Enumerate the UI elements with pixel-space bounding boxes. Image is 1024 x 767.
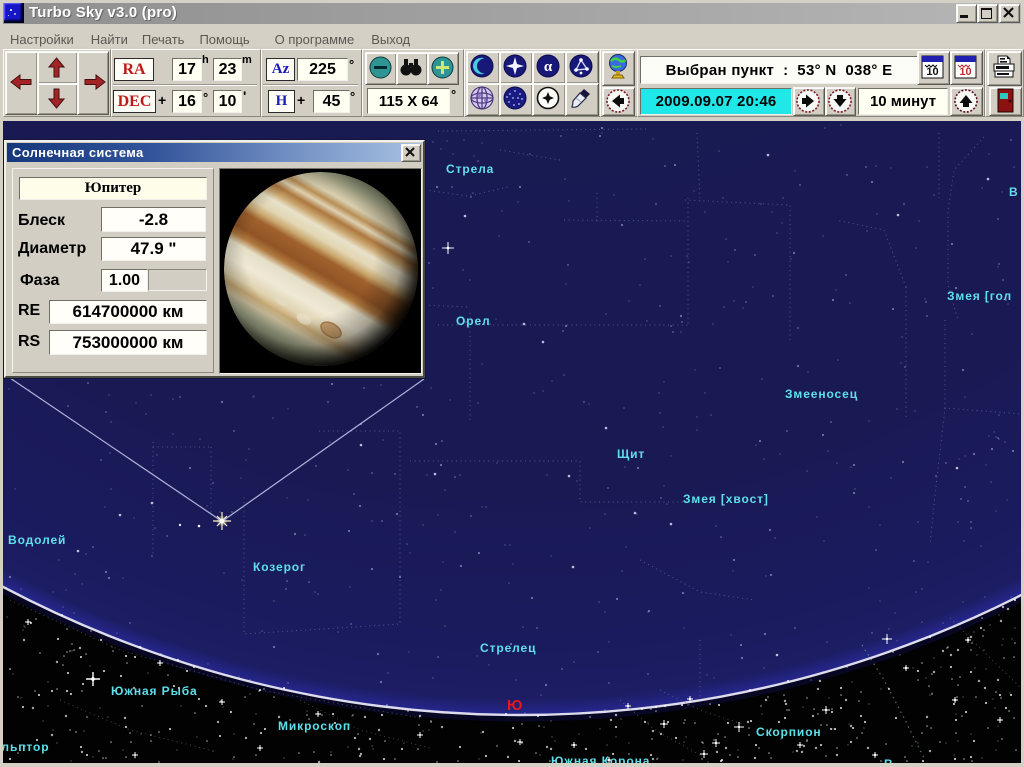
svg-text:10: 10 [959, 66, 971, 78]
svg-text:α: α [544, 59, 553, 75]
svg-text:10: 10 [926, 66, 938, 78]
